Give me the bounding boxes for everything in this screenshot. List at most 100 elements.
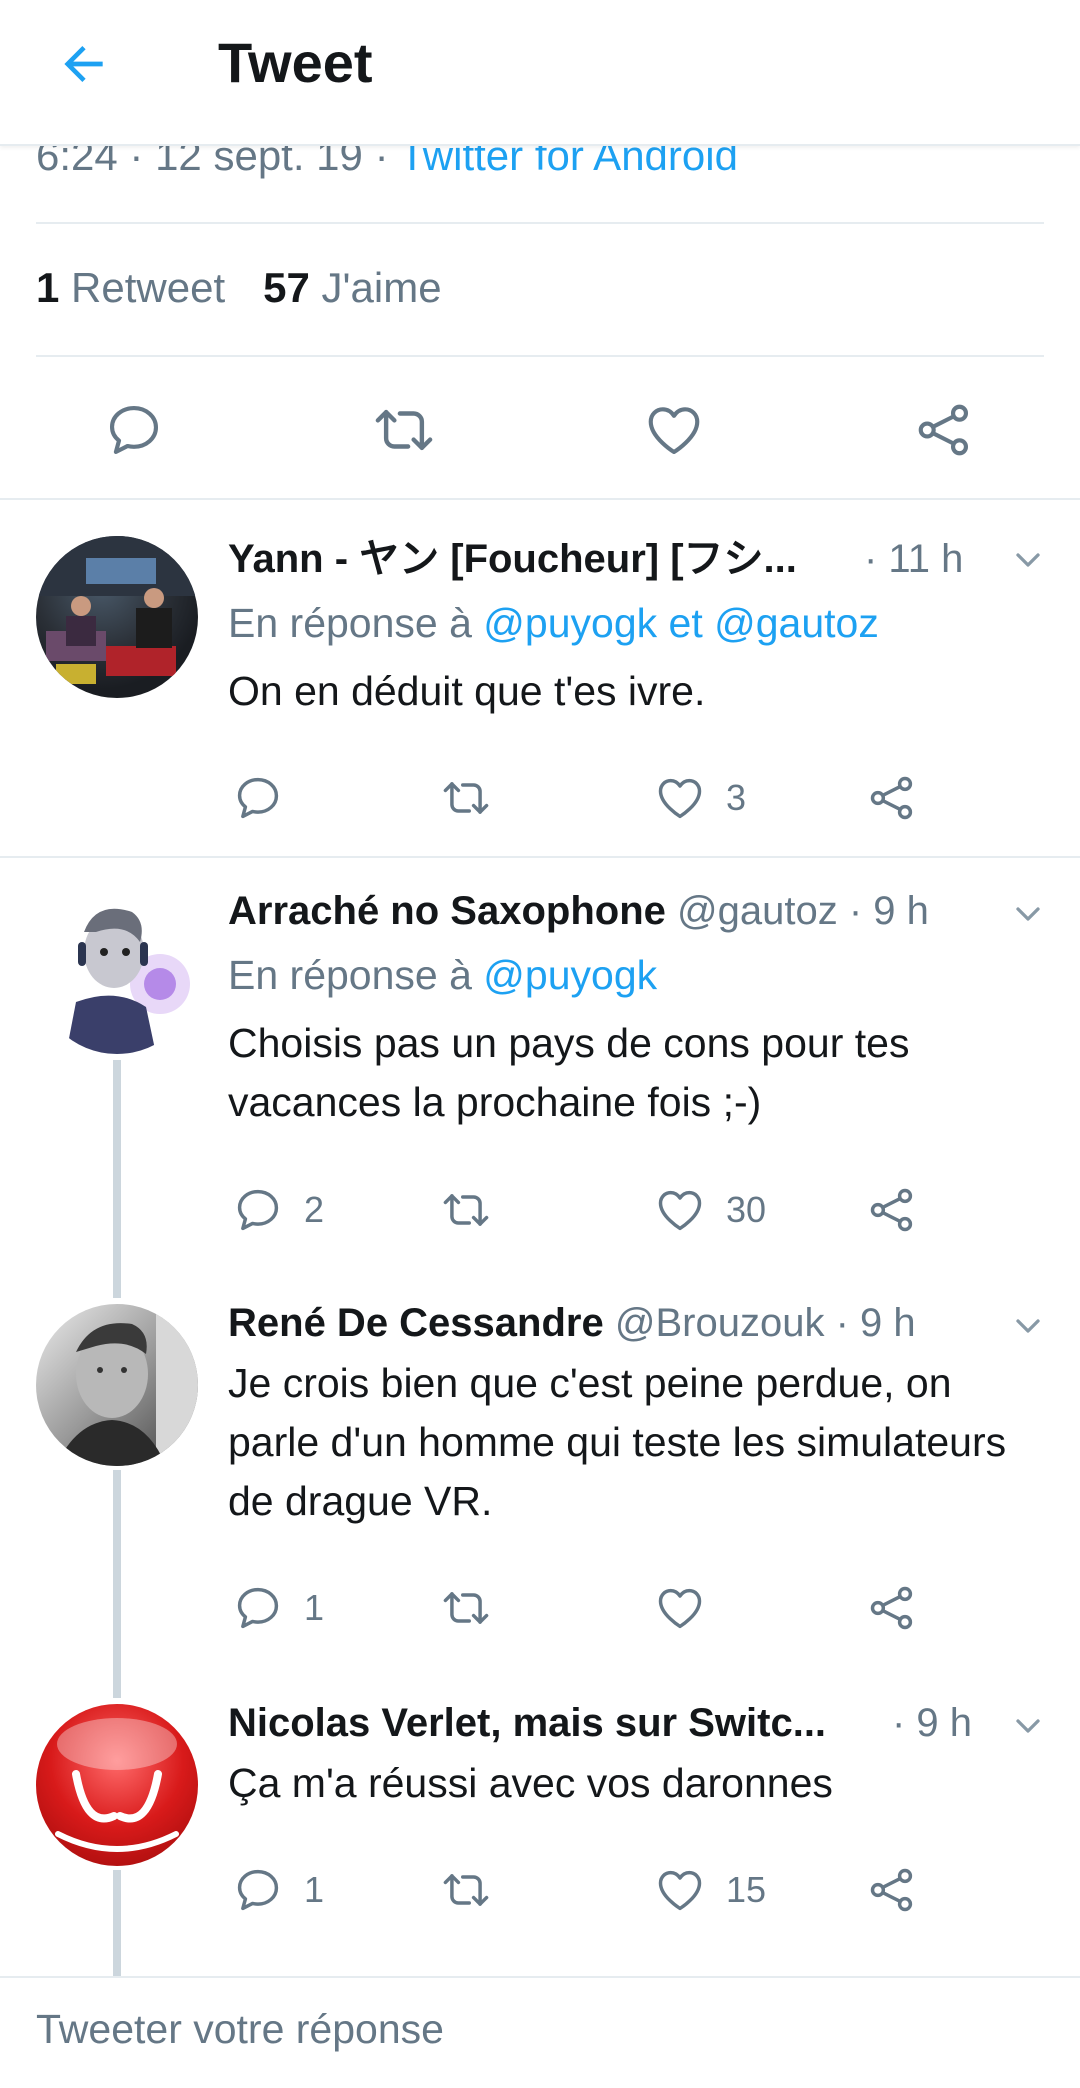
retweet-button[interactable] [440, 1178, 512, 1242]
reply-time: · 9 h [835, 1301, 916, 1345]
retweet-icon [443, 782, 489, 814]
retweet-stat[interactable]: 1 Retweet [36, 264, 225, 311]
reply-icon [237, 1587, 279, 1629]
like-count: 15 [726, 1869, 767, 1910]
author-name[interactable]: Nicolas Verlet, mais sur Switc... [228, 1701, 826, 1745]
chevron-down-icon[interactable] [1008, 1706, 1048, 1746]
share-icon [918, 404, 969, 456]
retweet-count: 1 [36, 264, 60, 311]
author-name[interactable]: Arraché no Saxophone [228, 889, 666, 933]
like-count: 57 [263, 264, 310, 311]
reply-text: Ça m'a réussi avec vos daronnes [228, 1760, 833, 1806]
share-button[interactable] [866, 766, 918, 830]
avatar[interactable] [36, 536, 198, 698]
reply-text: On en déduit que t'es ivre. [228, 668, 706, 714]
reply-icon [237, 1869, 279, 1911]
share-button[interactable] [866, 1178, 918, 1242]
reply-mentions[interactable]: @puyogk [483, 952, 657, 998]
retweet-button[interactable] [440, 1858, 512, 1922]
like-label: J'aime [321, 264, 442, 311]
reply-prefix: En réponse à [228, 952, 484, 998]
author-name[interactable]: René De Cessandre [228, 1301, 604, 1345]
share-button[interactable] [910, 396, 978, 464]
reply-icon [237, 777, 279, 819]
reply-time: · 11 h [864, 537, 964, 581]
like-button[interactable]: 3 [654, 766, 746, 830]
reply-header: Nicolas Verlet, mais sur Switc... [228, 1696, 860, 1750]
avatar[interactable] [36, 1704, 198, 1866]
divider [0, 498, 1080, 500]
avatar[interactable] [36, 892, 198, 1054]
like-button[interactable]: 30 [654, 1178, 766, 1242]
reply-button[interactable]: 1 [232, 1576, 324, 1640]
share-icon [870, 776, 913, 820]
like-icon [658, 1588, 702, 1629]
reply-action-bar: 2 30 [0, 1178, 1080, 1242]
like-count: 30 [726, 1189, 767, 1230]
avatar-photo [56, 1304, 198, 1466]
reply-prefix: En réponse à [228, 600, 484, 646]
retweet-label: Retweet [71, 264, 226, 311]
reply-header: René De Cessandre @Brouzouk · 9 h [228, 1296, 960, 1350]
top-bar: Tweet [0, 0, 1080, 146]
reply-header: Yann - ヤン [Foucheur] [フシ... [228, 532, 860, 586]
reply-action-bar: 3 [0, 766, 1080, 830]
reply-context: En réponse à @puyogk et @gautoz [228, 596, 879, 650]
reply-action-bar: 1 [0, 1576, 1080, 1640]
retweet-button[interactable] [370, 396, 438, 464]
chevron-down-icon[interactable] [1008, 894, 1048, 934]
like-button[interactable] [640, 396, 708, 464]
avatar-photo [36, 536, 198, 684]
avatar-logo [55, 1718, 179, 1852]
share-button[interactable] [866, 1858, 918, 1922]
reply-text: Je crois bien que c'est peine perdue, on… [228, 1360, 1007, 1524]
reply-text: Choisis pas un pays de cons pour tes vac… [228, 1020, 910, 1125]
reply-button[interactable]: 1 [232, 1858, 324, 1922]
retweet-button[interactable] [440, 766, 512, 830]
page-title: Tweet [218, 31, 373, 94]
like-icon [658, 778, 702, 819]
reply-count: 1 [304, 1587, 325, 1628]
like-icon [648, 407, 700, 455]
reply-button[interactable]: 2 [232, 1178, 324, 1242]
reply-time: · 9 h [892, 1701, 973, 1745]
reply-count: 1 [304, 1869, 325, 1910]
like-icon [658, 1870, 702, 1911]
share-icon [870, 1188, 913, 1232]
share-icon [870, 1868, 913, 1912]
divider [0, 856, 1080, 858]
tweet-action-bar [0, 390, 1080, 470]
like-stat[interactable]: 57 J'aime [263, 264, 441, 311]
share-button[interactable] [866, 1576, 918, 1640]
like-button[interactable] [654, 1576, 726, 1640]
reply-input-placeholder[interactable]: Tweeter votre réponse [36, 2006, 444, 2053]
like-icon [658, 1190, 702, 1231]
reply-mentions[interactable]: @puyogk et @gautoz [483, 600, 879, 646]
reply-button[interactable] [100, 396, 168, 464]
reply-context: En réponse à @puyogk [228, 948, 657, 1002]
reply-action-bar: 1 15 [0, 1858, 1080, 1922]
author-handle[interactable]: @Brouzouk [615, 1301, 825, 1345]
share-icon [870, 1586, 913, 1630]
reply-icon [109, 405, 159, 455]
chevron-down-icon[interactable] [1008, 1306, 1048, 1346]
reply-header: Arraché no Saxophone @gautoz · 9 h [228, 884, 960, 938]
reply-button[interactable] [232, 766, 304, 830]
retweet-button[interactable] [440, 1576, 512, 1640]
reply-time: · 9 h [848, 889, 929, 933]
back-arrow-icon [64, 46, 103, 82]
like-count: 3 [726, 777, 747, 818]
like-button[interactable]: 15 [654, 1858, 766, 1922]
divider [36, 355, 1044, 357]
reply-composer[interactable]: Tweeter votre réponse [0, 1976, 1080, 2088]
retweet-icon [443, 1194, 489, 1226]
avatar-illustration [66, 908, 190, 1054]
author-name[interactable]: Yann - ヤン [Foucheur] [フシ... [228, 537, 797, 581]
back-button[interactable] [48, 28, 120, 100]
chevron-down-icon[interactable] [1008, 540, 1048, 580]
reply-icon [237, 1189, 279, 1231]
author-handle[interactable]: @gautoz [677, 889, 838, 933]
retweet-icon [443, 1592, 489, 1624]
avatar[interactable] [36, 1304, 198, 1466]
reply-count: 2 [304, 1189, 325, 1230]
